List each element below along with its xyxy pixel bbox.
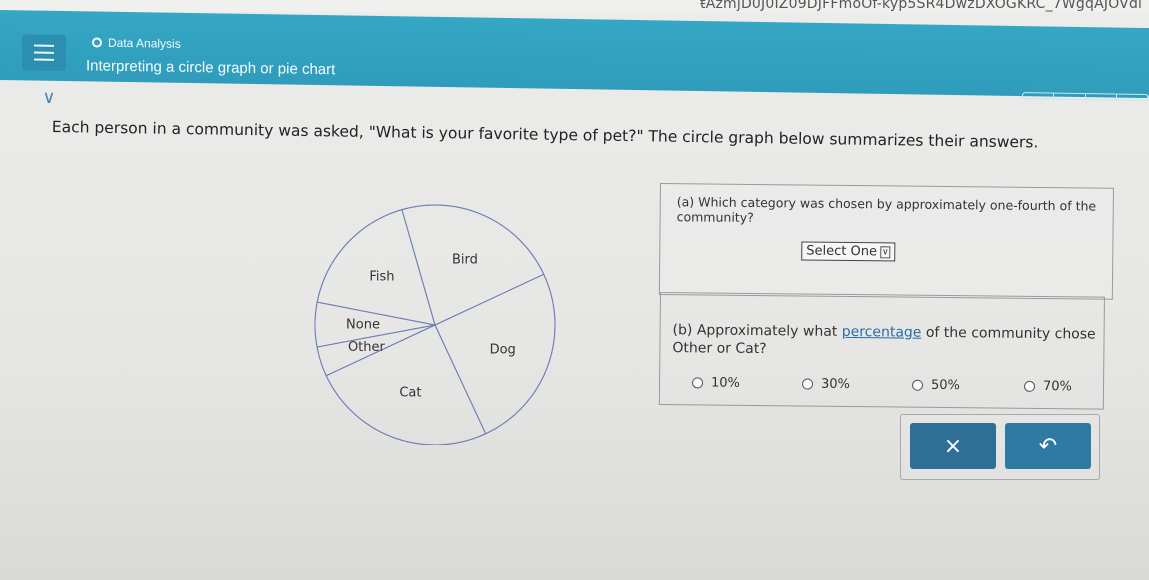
- part-b-panel: (b) Approximately what percentage of the…: [658, 292, 1105, 410]
- option-label: 70%: [1042, 379, 1073, 395]
- close-icon: ×: [943, 433, 963, 459]
- undo-icon: ↶: [1038, 433, 1058, 459]
- radio-button[interactable]: [691, 377, 704, 389]
- pie-slice-fish: [316, 209, 436, 326]
- part-a-question: (a) Which category was chosen by approxi…: [676, 194, 1097, 225]
- topic-text: Data Analysis: [108, 35, 181, 51]
- pie-label-fish: Fish: [369, 269, 394, 284]
- select-label: Select One: [806, 243, 878, 260]
- undo-button[interactable]: ↶: [1005, 423, 1091, 469]
- part-b-question-prefix: (b) Approximately what: [672, 322, 842, 340]
- answer-actions: × ↶: [900, 414, 1100, 480]
- question-text: Each person in a community was asked, "W…: [51, 118, 1039, 152]
- hamburger-icon[interactable]: [22, 34, 66, 72]
- topic-label: Data Analysis: [92, 35, 181, 51]
- option-label: 30%: [820, 376, 851, 392]
- answer-options: 10% 30% 50% 70%: [691, 375, 1092, 399]
- chevron-down-icon[interactable]: ∨: [34, 88, 64, 108]
- radio-button[interactable]: [1023, 380, 1036, 392]
- option-30[interactable]: 30%: [801, 376, 851, 392]
- progress-bar: [1022, 92, 1149, 102]
- category-select[interactable]: Select One ∨: [801, 241, 896, 262]
- option-10[interactable]: 10%: [691, 375, 741, 391]
- radio-button[interactable]: [911, 379, 924, 391]
- url-text: ŧAzmjD0J0IZ09DJFFmoOf-kyp5SR4DwzDXOGKRC_…: [700, 0, 1143, 12]
- percentage-link[interactable]: percentage: [842, 324, 922, 341]
- lesson-header: Data Analysis Interpreting a circle grap…: [0, 10, 1149, 102]
- pie-chart: Bird Dog Cat Other None Fish: [300, 195, 570, 449]
- pie-label-other: Other: [348, 340, 386, 355]
- option-50[interactable]: 50%: [911, 377, 961, 394]
- pie-label-dog: Dog: [490, 343, 516, 358]
- pie-label-none: None: [346, 318, 380, 333]
- lesson-title: Interpreting a circle graph or pie chart: [86, 57, 336, 79]
- clear-button[interactable]: ×: [910, 423, 996, 469]
- option-label: 50%: [930, 377, 961, 394]
- chevron-down-icon: ∨: [879, 245, 891, 258]
- part-b-question: (b) Approximately what percentage of the…: [672, 321, 1097, 361]
- pie-chart-svg: Bird Dog Cat Other None Fish: [314, 204, 556, 446]
- pie-label-cat: Cat: [399, 386, 421, 401]
- browser-url-bar[interactable]: ŧAzmjD0J0IZ09DJFFmoOf-kyp5SR4DwzDXOGKRC_…: [0, 0, 1149, 12]
- topic-circle-icon: [92, 37, 102, 48]
- option-70[interactable]: 70%: [1023, 379, 1073, 395]
- pie-label-bird: Bird: [452, 253, 478, 268]
- part-a-panel: (a) Which category was chosen by approxi…: [658, 183, 1114, 300]
- radio-button[interactable]: [801, 378, 814, 390]
- option-label: 10%: [710, 375, 741, 391]
